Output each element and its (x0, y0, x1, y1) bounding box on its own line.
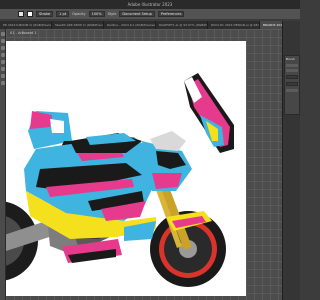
tool-icon[interactable] (1, 81, 5, 85)
motorcycle-artwork[interactable] (6, 41, 246, 296)
tool-icon[interactable] (1, 74, 5, 78)
preferences-button[interactable]: Preferences (157, 11, 185, 17)
tool-icon[interactable] (1, 67, 5, 71)
panel-icon[interactable] (286, 82, 298, 86)
opacity-field[interactable]: 100% (88, 11, 105, 17)
document-setup-button[interactable]: Document Setup (119, 11, 155, 17)
document-tab[interactable]: Stealth GPK KB3D Ci (RGB/Preview) (52, 21, 104, 29)
canvas-workspace[interactable]: 01 - Artboard 1 (6, 29, 282, 300)
brush-panel[interactable]: Brush (284, 55, 300, 115)
tool-icon[interactable] (1, 39, 5, 43)
artboard-label: 01 - Artboard 1 (10, 31, 37, 35)
app-title: Adobe Illustrator 2023 (0, 0, 300, 9)
panel-row[interactable] (286, 69, 298, 72)
tool-icon[interactable] (1, 60, 5, 64)
document-tab-active[interactable]: BRANDS 2024 CARBONTECH APRILIA.ai* @ 1.2… (260, 21, 282, 29)
document-tab[interactable]: RSV4 R1 2024 DESIGN.ai @ 98.6% (CMYK/Pre… (208, 21, 260, 29)
options-bar: Stroke 1 pt Opacity 100% Style Document … (0, 9, 300, 20)
tool-icon[interactable] (1, 53, 5, 57)
nose-panel-artwork (184, 73, 234, 153)
document-tab[interactable]: PR 2024 K-BOOM Ci (RGB/Preview) (0, 21, 52, 29)
stroke-swatch[interactable] (27, 11, 33, 17)
document-tabs: PR 2024 K-BOOM Ci (RGB/Preview) Stealth … (0, 21, 282, 29)
illustrator-window: Adobe Illustrator 2023 Stroke 1 pt Opaci… (0, 0, 300, 300)
front-fairing (142, 131, 192, 191)
stroke-label[interactable]: Stroke (36, 11, 54, 17)
panel-row[interactable] (286, 89, 298, 92)
panel-icon[interactable] (286, 75, 298, 79)
document-tab[interactable]: Redline - 2024 K-1 (RGB/Preview) (104, 21, 156, 29)
style-label: Style (107, 12, 117, 16)
artboard[interactable] (6, 41, 246, 296)
tool-icon[interactable] (1, 32, 5, 36)
document-tab[interactable]: RAGESET1.ai @ 93.97% (RGB/Preview) (156, 21, 208, 29)
panel-row[interactable] (286, 64, 298, 67)
opacity-label: Opacity (72, 12, 86, 16)
fill-swatch[interactable] (18, 11, 24, 17)
tool-icon[interactable] (1, 46, 5, 50)
panel-title: Brush (286, 57, 295, 61)
stroke-weight-field[interactable]: 1 pt (56, 11, 70, 17)
